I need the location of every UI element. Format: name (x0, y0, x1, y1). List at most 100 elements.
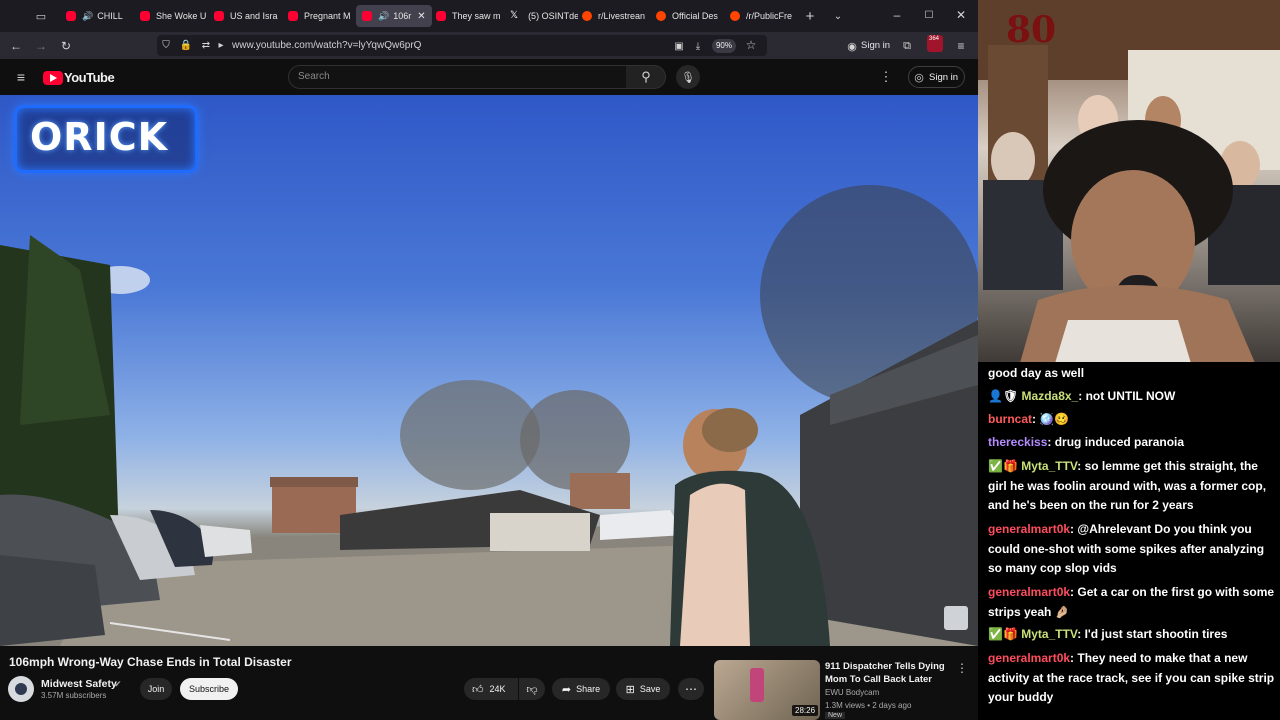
verified-icon: ✔ (114, 679, 122, 689)
streamer-webcam: 80 (978, 0, 1280, 370)
share-button[interactable]: ➦ Share (552, 678, 610, 700)
browser-tab-bar: ▭ 🔊 CHILL She Woke U US and Isra Pregnan… (0, 0, 978, 32)
chat-username[interactable]: Mazda8x_ (1022, 389, 1079, 403)
dislike-button[interactable]: 👎︎ (519, 678, 545, 700)
speaker-icon: 🔊 (82, 10, 94, 21)
tab-label: /r/PublicFre (746, 11, 793, 21)
recommended-more-icon[interactable]: ⋮ (956, 661, 968, 675)
hamburger-menu-icon[interactable]: ≡ (13, 69, 29, 85)
save-button[interactable]: ⊞ Save (616, 678, 670, 700)
youtube-favicon-icon (436, 11, 446, 21)
extensions-icon[interactable]: ⧉ (900, 39, 914, 53)
user-badge-icons: ✅🎁 (988, 459, 1018, 473)
browser-sign-in[interactable]: Sign in (861, 40, 890, 51)
chat-username[interactable]: Myta_TTV (1021, 459, 1077, 473)
tab-label: r/Livestrean (598, 11, 646, 21)
tab-label: CHILL (97, 11, 123, 21)
minimize-icon[interactable]: – (890, 8, 904, 22)
new-tab-icon[interactable]: + (802, 8, 818, 25)
close-window-icon[interactable]: ✕ (954, 8, 968, 22)
chat-username[interactable]: generalmart0k (988, 522, 1070, 536)
thumbs-down-icon: 👎︎ (526, 683, 538, 696)
chat-username[interactable]: burncat (988, 412, 1032, 426)
tab-6[interactable]: They saw m (430, 5, 502, 27)
tab-8[interactable]: r/Livestrean (578, 5, 648, 27)
new-badge: New (825, 712, 846, 719)
ublock-count: 364 (929, 36, 940, 42)
channel-name[interactable]: Midwest Safety (41, 678, 117, 690)
tab-7[interactable]: 𝕏 (5) OSINTde (504, 5, 578, 27)
chat-username[interactable]: generalmart0k (988, 585, 1070, 599)
chat-message: 👤🛡 Mazda8x_: not UNTIL NOW (988, 387, 1276, 407)
picture-icon[interactable]: ▣ (672, 39, 686, 53)
youtube-favicon-icon (214, 11, 224, 21)
reload-icon[interactable]: ↻ (59, 39, 73, 53)
recommended-thumbnail[interactable]: 28:26 (714, 660, 820, 720)
chat-username[interactable]: thereckiss (988, 435, 1047, 449)
bookmark-star-icon[interactable]: ☆ (744, 38, 758, 52)
microphone-icon: 🎙 (681, 71, 695, 84)
youtube-favicon-icon (362, 11, 372, 21)
channel-avatar-emblem (15, 683, 27, 695)
more-actions-button[interactable]: ⋯ (678, 678, 704, 700)
forward-icon[interactable]: → (34, 39, 48, 53)
chat-text: : 🪩🥴 (1032, 412, 1070, 426)
tab-label: 106r (393, 11, 412, 21)
account-icon[interactable]: ◉ (845, 39, 859, 53)
tab-2[interactable]: She Woke U (134, 5, 206, 27)
chat-message: burncat: 🪩🥴 (988, 410, 1276, 430)
channel-branding-icon[interactable] (944, 606, 968, 630)
tab-9[interactable]: Official Des (652, 5, 722, 27)
tab-4[interactable]: Pregnant M (282, 5, 354, 27)
tab-active[interactable]: 🔊 106r ✕ (356, 5, 432, 27)
like-button[interactable]: 👍︎ 24K (464, 678, 518, 700)
chevron-down-icon[interactable]: ⌄ (830, 8, 846, 24)
account-circle-icon: ◎ (914, 71, 924, 84)
menu-icon[interactable]: ≡ (954, 39, 968, 53)
close-tab-icon[interactable]: ✕ (417, 11, 425, 22)
tab-10[interactable]: /r/PublicFre (726, 5, 798, 27)
video-player[interactable]: ORICK (0, 95, 978, 646)
chat-message: generalmart0k: Get a car on the first go… (988, 583, 1276, 622)
save-label: Save (639, 684, 661, 694)
join-button[interactable]: Join (140, 678, 172, 700)
chat-username[interactable]: Myta_TTV (1021, 627, 1077, 641)
recommended-channel[interactable]: EWU Bodycam (825, 688, 879, 697)
tab-3[interactable]: US and Isra (208, 5, 280, 27)
video-title: 106mph Wrong-Way Chase Ends in Total Dis… (9, 655, 292, 669)
youtube-logo-text[interactable]: YouTube (64, 70, 115, 85)
share-label: Share (576, 684, 601, 694)
tab-1[interactable]: 🔊 CHILL (60, 5, 130, 27)
lock-icon[interactable]: 🔒 (180, 39, 192, 51)
chat-text: good day as well (988, 366, 1085, 380)
chat-message: ✅🎁 Myta_TTV: so lemme get this straight,… (988, 457, 1276, 516)
zoom-level-badge[interactable]: 90% (712, 39, 736, 53)
recommended-title-line1[interactable]: 911 Dispatcher Tells Dying (825, 661, 945, 672)
user-badge-icons: 👤🛡 (988, 389, 1019, 403)
svg-text:80: 80 (1006, 9, 1056, 51)
tab-list-icon[interactable]: ▭ (34, 9, 48, 23)
youtube-favicon-icon (140, 11, 150, 21)
url-text[interactable]: www.youtube.com/watch?v=lyYqwQw6prQ (232, 40, 421, 51)
youtube-sign-in-label: Sign in (929, 72, 959, 83)
reddit-favicon-icon (582, 11, 592, 21)
shield-icon[interactable]: ⛉ (160, 39, 172, 51)
reddit-favicon-icon (730, 11, 740, 21)
maximize-icon[interactable]: ☐ (922, 8, 936, 22)
recommended-title-line2[interactable]: Mom To Call Back Later (825, 674, 932, 685)
permissions-icon[interactable]: ⇄ (200, 39, 212, 51)
video-permission-icon[interactable]: ▸ (215, 39, 227, 51)
video-duration: 28:26 (792, 705, 819, 716)
tab-label: Pregnant M (304, 11, 351, 21)
like-count: 24K (489, 684, 506, 694)
youtube-favicon-icon (288, 11, 298, 21)
download-icon[interactable]: ⤓ (691, 39, 705, 53)
tab-label: They saw m (452, 11, 501, 21)
chat-username[interactable]: generalmart0k (988, 651, 1070, 665)
search-input[interactable] (288, 65, 627, 89)
more-vert-icon[interactable]: ⋮ (880, 69, 893, 84)
more-horiz-icon: ⋯ (685, 682, 697, 696)
subscribe-button[interactable]: Subscribe (180, 678, 238, 700)
thumbs-up-icon: 👍︎ (472, 683, 484, 696)
back-icon[interactable]: ← (9, 39, 23, 53)
